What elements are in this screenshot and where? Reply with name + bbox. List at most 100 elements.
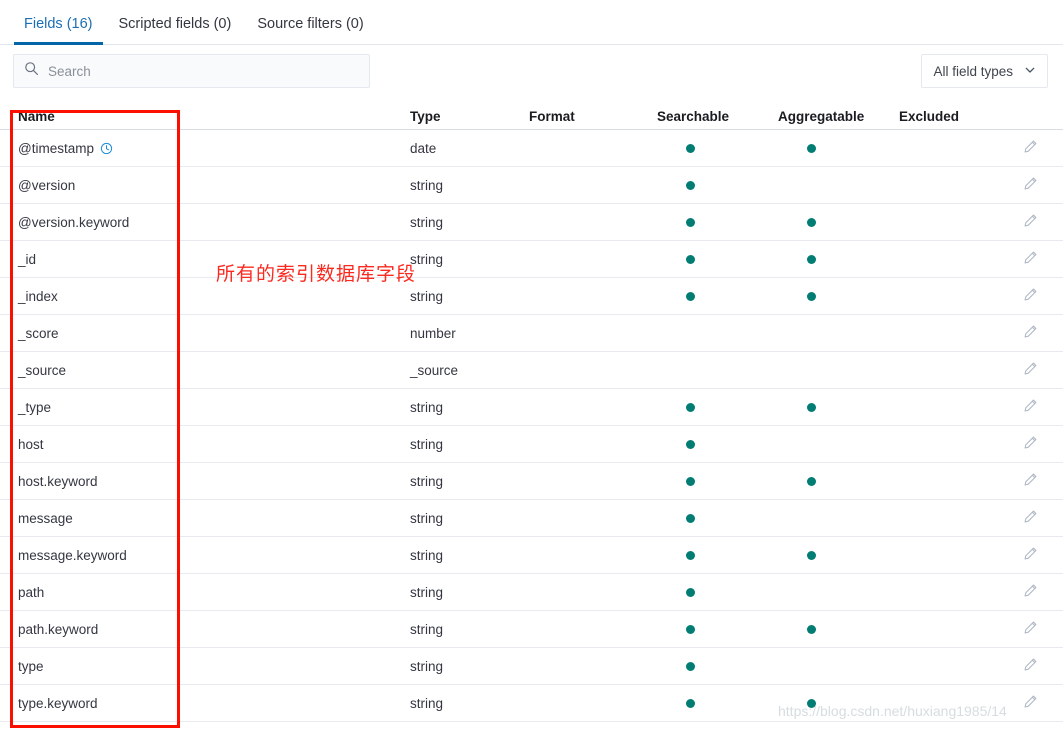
search-box[interactable] [13,54,370,88]
field-searchable-cell [657,587,778,597]
field-type-cell: string [410,436,444,452]
table-row: type.keyword string [0,685,1063,722]
searchable-dot [686,180,695,190]
aggregatable-dot [807,550,816,560]
field-name-label: host.keyword [18,473,98,489]
field-name-label: @version [18,177,76,193]
pencil-icon[interactable] [1023,361,1038,379]
tab-fields[interactable]: Fields (16) [11,15,106,45]
field-name-cell: _index [18,289,410,304]
fields-table: Name Type Format Searchable Aggregatable… [0,100,1063,722]
pencil-icon[interactable] [1023,694,1038,712]
field-name-cell: host [18,437,410,452]
field-name-label: _index [18,288,58,304]
pencil-icon[interactable] [1023,324,1038,342]
field-searchable-cell [657,550,778,560]
table-row: type string [0,648,1063,685]
field-name-cell: type [18,659,410,674]
field-type-cell: string [410,177,444,193]
field-searchable-cell [657,698,778,708]
field-name-label: @version.keyword [18,214,130,230]
searchable-dot [686,143,695,153]
field-types-dropdown[interactable]: All field types [921,54,1048,88]
pencil-icon[interactable] [1023,435,1038,453]
searchable-dot [686,476,695,486]
table-row: host.keyword string [0,463,1063,500]
field-types-label: All field types [933,63,1013,79]
pencil-icon[interactable] [1023,176,1038,194]
field-name-cell: type.keyword [18,696,410,711]
field-type-cell: string [410,547,444,563]
pencil-icon[interactable] [1023,509,1038,527]
chevron-down-icon [1024,64,1036,79]
aggregatable-dot [807,254,816,264]
field-aggregatable-cell [778,476,899,486]
column-header-searchable: Searchable [657,109,730,124]
field-name-label: host [18,436,44,452]
field-name-label: _id [18,251,37,267]
column-header-type[interactable]: Type [410,109,529,124]
pencil-icon[interactable] [1023,620,1038,638]
field-name-label: message [18,510,73,526]
field-aggregatable-cell [778,550,899,560]
table-row: @version string [0,167,1063,204]
pencil-icon[interactable] [1023,657,1038,675]
field-name-label: path [18,584,45,600]
pencil-icon[interactable] [1023,583,1038,601]
field-type-cell: date [410,140,437,156]
field-actions-cell [999,620,1063,638]
field-name-label: path.keyword [18,621,99,637]
field-aggregatable-cell [778,254,899,264]
field-searchable-cell [657,476,778,486]
field-type-cell: number [410,325,456,341]
field-actions-cell [999,324,1063,342]
tab-scripted-fields[interactable]: Scripted fields (0) [106,16,245,45]
aggregatable-dot [807,698,816,708]
pencil-icon[interactable] [1023,472,1038,490]
clock-icon [100,142,113,155]
field-searchable-cell [657,661,778,671]
searchable-dot [686,587,695,597]
column-header-name[interactable]: Name [18,109,410,124]
pencil-icon[interactable] [1023,287,1038,305]
table-row: _score number [0,315,1063,352]
field-searchable-cell [657,624,778,634]
field-name-cell: path [18,585,410,600]
search-input[interactable] [48,63,328,79]
table-row: _type string [0,389,1063,426]
field-type-cell: string [410,214,444,230]
field-actions-cell [999,176,1063,194]
aggregatable-dot [807,402,816,412]
field-searchable-cell [657,513,778,523]
tab-fields-label: Fields (16) [24,15,93,32]
pencil-icon[interactable] [1023,398,1038,416]
searchable-dot [686,661,695,671]
pencil-icon[interactable] [1023,546,1038,564]
field-name-cell: path.keyword [18,622,410,637]
field-type-cell: string [410,510,444,526]
field-aggregatable-cell [778,291,899,301]
table-row: path string [0,574,1063,611]
field-name-cell: _type [18,400,410,415]
tab-source-filters[interactable]: Source filters (0) [244,16,376,45]
pencil-icon[interactable] [1023,139,1038,157]
field-actions-cell [999,398,1063,416]
field-type-cell: string [410,399,444,415]
field-searchable-cell [657,254,778,264]
field-name-cell: _source [18,363,410,378]
table-row: host string [0,426,1063,463]
field-actions-cell [999,435,1063,453]
field-actions-cell [999,657,1063,675]
field-name-cell: message.keyword [18,548,410,563]
pencil-icon[interactable] [1023,250,1038,268]
table-row: message.keyword string [0,537,1063,574]
field-actions-cell [999,694,1063,712]
field-type-cell: string [410,251,444,267]
pencil-icon[interactable] [1023,213,1038,231]
aggregatable-dot [807,217,816,227]
field-name-cell: _id [18,252,410,267]
toolbar: All field types [0,45,1063,100]
searchable-dot [686,513,695,523]
field-searchable-cell [657,143,778,153]
field-name-cell: host.keyword [18,474,410,489]
